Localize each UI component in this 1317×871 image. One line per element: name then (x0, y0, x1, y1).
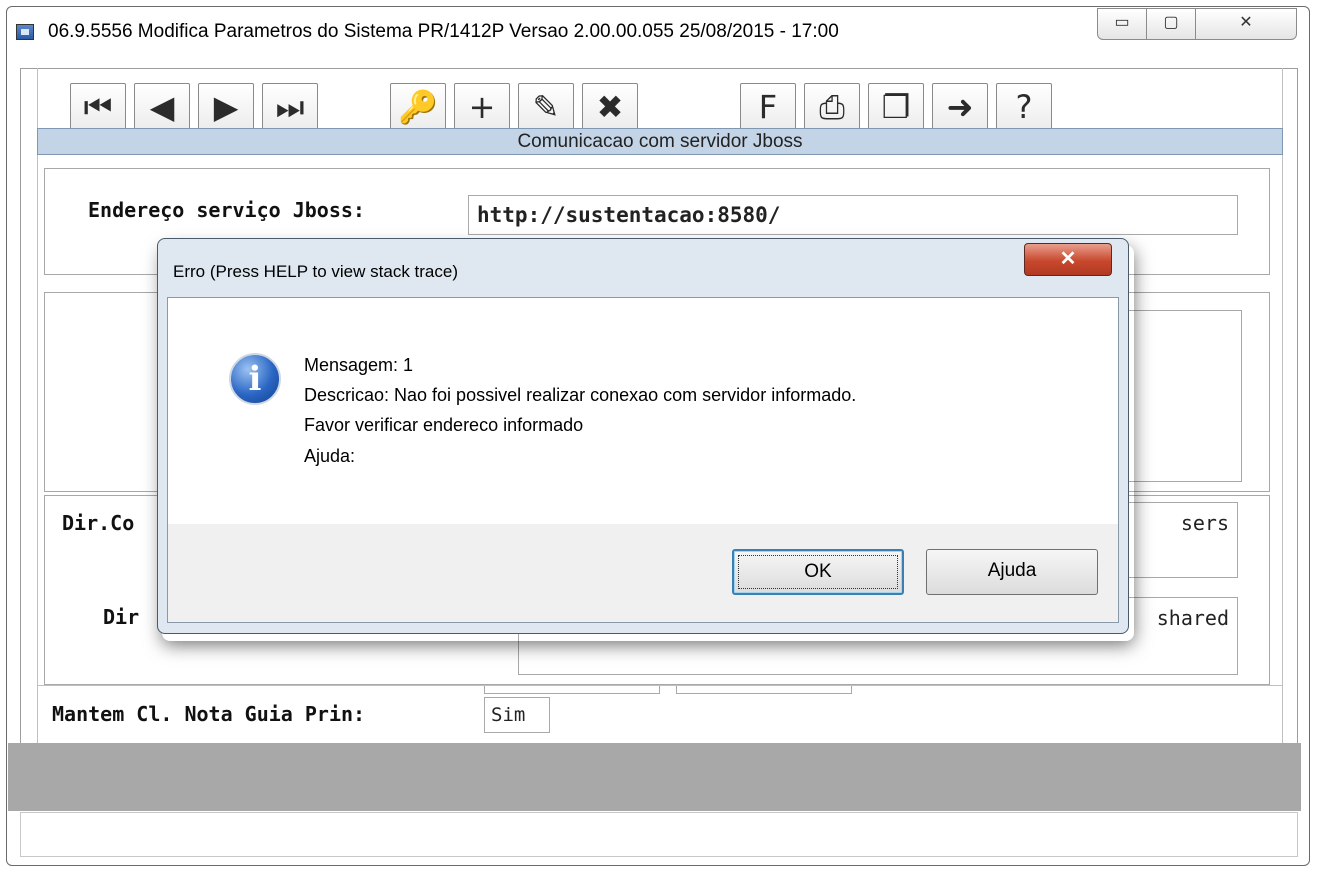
mantem-nota-label: Mantem Cl. Nota Guia Prin: (52, 702, 366, 726)
app-icon (16, 24, 34, 40)
first-record-icon: ⏮ (83, 88, 113, 126)
right-panel-box (1125, 310, 1242, 482)
first-record-button[interactable]: ⏮ (70, 83, 126, 131)
focus-rect (738, 555, 898, 589)
next-icon: ▶ (213, 88, 239, 126)
minimize-button[interactable]: ▭ (1097, 8, 1147, 40)
dir-co-label: Dir.Co (62, 511, 135, 535)
dialog-body: i Mensagem: 1 Descricao: Nao foi possive… (167, 297, 1119, 623)
add-icon: + (468, 88, 496, 126)
search-key-button[interactable]: 🔑 (390, 83, 446, 131)
description-line: Descricao: Nao foi possivel realizar con… (304, 385, 857, 405)
add-record-button[interactable]: + (454, 83, 510, 131)
exit-button[interactable]: ➜ (932, 83, 988, 131)
error-dialog: Erro (Press HELP to view stack trace) ✕ … (157, 238, 1129, 634)
title-bar: 06.9.5556 Modifica Parametros do Sistema… (14, 20, 1094, 56)
jboss-address-label: Endereço serviço Jboss: (88, 198, 365, 222)
close-icon: ✕ (1239, 14, 1253, 31)
dir-co-input[interactable]: sers (1125, 502, 1238, 578)
dialog-close-button[interactable]: ✕ (1024, 243, 1112, 276)
message-line: Mensagem: 1 (304, 355, 414, 375)
help-label: Ajuda (987, 560, 1037, 581)
edit-icon: ✎ (532, 88, 560, 126)
jboss-address-input[interactable]: http://sustentacao:8580/ (468, 195, 1238, 235)
print-button[interactable]: ⎙ (804, 83, 860, 131)
edit-record-button[interactable]: ✎ (518, 83, 574, 131)
last-record-button[interactable]: ⏭ (262, 83, 318, 131)
help-toolbar-button[interactable]: ? (996, 83, 1052, 131)
description-line-2: Favor verificar endereco informado (304, 415, 584, 435)
print-icon: ⎙ (819, 88, 845, 126)
key-icon: 🔑 (398, 88, 438, 126)
window-close-button[interactable]: ✕ (1195, 8, 1297, 40)
info-icon: i (229, 353, 281, 405)
gray-panel (8, 743, 1301, 811)
window-title: 06.9.5556 Modifica Parametros do Sistema… (48, 21, 839, 42)
maximize-button[interactable]: ▢ (1146, 8, 1196, 40)
filter-icon: F (758, 88, 778, 126)
last-record-icon: ⏭ (275, 88, 305, 126)
exit-icon: ➜ (946, 88, 974, 126)
copy-icon: ❐ (881, 88, 911, 126)
help-dialog-button[interactable]: Ajuda (926, 549, 1098, 595)
delete-record-button[interactable]: ✖ (582, 83, 638, 131)
delete-icon: ✖ (596, 88, 624, 126)
filter-button[interactable]: F (740, 83, 796, 131)
status-bar (20, 812, 1298, 857)
next-record-button[interactable]: ▶ (198, 83, 254, 131)
frame-header: Comunicacao com servidor Jboss (37, 128, 1283, 155)
copy-button[interactable]: ❐ (868, 83, 924, 131)
dir-label: Dir (103, 605, 140, 629)
maximize-icon: ▢ (1163, 14, 1179, 31)
dialog-title: Erro (Press HELP to view stack trace) (173, 262, 458, 281)
help-icon: ? (1015, 88, 1033, 126)
ok-button[interactable]: OK (732, 549, 904, 595)
message-area: i Mensagem: 1 Descricao: Nao foi possive… (168, 298, 1118, 524)
close-icon: ✕ (1059, 248, 1077, 270)
mantem-nota-input[interactable]: Sim (484, 697, 550, 733)
help-line: Ajuda: (304, 446, 356, 466)
minimize-icon: ▭ (1114, 14, 1130, 31)
previous-icon: ◀ (149, 88, 175, 126)
previous-record-button[interactable]: ◀ (134, 83, 190, 131)
